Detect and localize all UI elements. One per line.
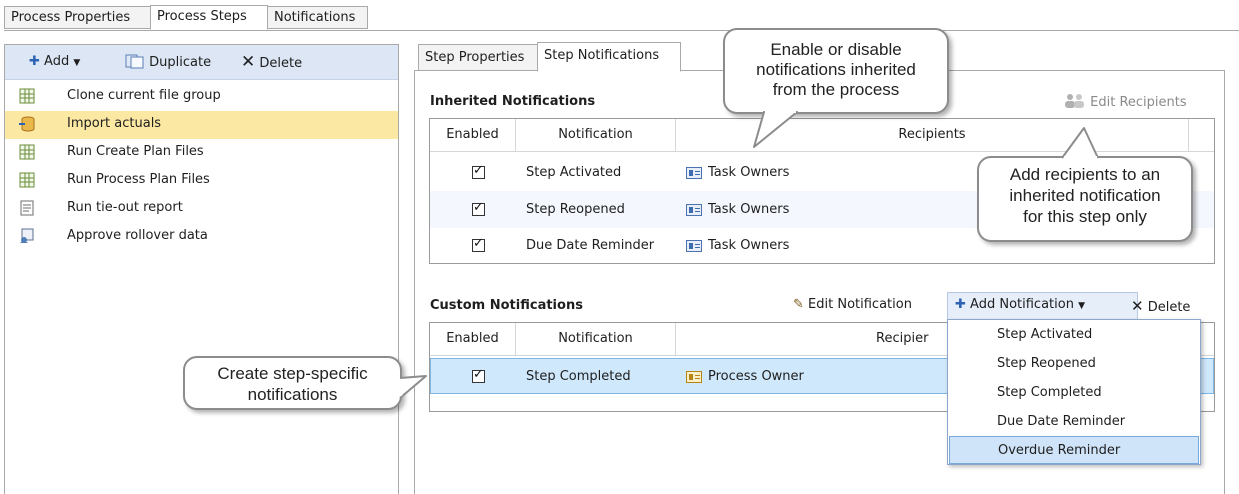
close-icon: ✕ <box>241 52 256 72</box>
callout-pointer <box>1061 127 1099 160</box>
edit-recipients-button[interactable]: Edit Recipients <box>1064 93 1187 110</box>
delete-label: Delete <box>259 56 303 71</box>
callout-line: Create step-specific <box>217 364 368 383</box>
step-item[interactable]: Run tie-out report <box>5 195 398 223</box>
menu-item-hovered[interactable]: Overdue Reminder <box>949 436 1199 464</box>
add-step-button[interactable]: ✚ Add ▼ <box>29 53 80 71</box>
close-icon: ✕ <box>1131 297 1144 315</box>
tab-divider <box>4 30 1239 31</box>
column-header-enabled[interactable]: Enabled <box>430 323 516 355</box>
add-notification-label: Add Notification <box>970 297 1074 312</box>
callout-line: notifications <box>247 385 338 404</box>
callout-line: Enable or disable <box>770 40 902 59</box>
steps-toolbar: ✚ Add ▼ Duplicate ✕ Delete <box>5 45 398 80</box>
inherited-notifications-title: Inherited Notifications <box>430 94 596 109</box>
enabled-checkbox[interactable] <box>472 236 485 252</box>
callout-line: from the process <box>772 80 900 99</box>
grid-doc-icon <box>19 144 35 160</box>
edit-notification-label: Edit Notification <box>808 297 912 312</box>
duplicate-step-button[interactable]: Duplicate <box>125 53 211 71</box>
column-header-enabled[interactable]: Enabled <box>430 119 516 151</box>
step-label: Run tie-out report <box>67 200 183 215</box>
step-item[interactable]: Clone current file group <box>5 83 398 111</box>
step-item-selected[interactable]: Import actuals <box>5 111 398 139</box>
recipients-cell: Task Owners <box>686 191 789 228</box>
callout-create-step: Create step-specific notifications <box>183 356 402 410</box>
duplicate-label: Duplicate <box>149 55 212 70</box>
delete-notification-button[interactable]: ✕ Delete <box>1131 297 1190 315</box>
step-item[interactable]: Approve rollover data <box>5 223 398 251</box>
custom-notifications-title: Custom Notifications <box>430 298 583 313</box>
report-doc-icon <box>20 200 34 216</box>
enabled-checkbox[interactable] <box>472 367 485 383</box>
edit-recipients-label: Edit Recipients <box>1090 95 1187 110</box>
callout-line: for this step only <box>1023 207 1147 226</box>
recipients-text: Task Owners <box>708 202 790 217</box>
duplicate-icon <box>125 54 144 69</box>
chevron-down-icon: ▼ <box>1078 301 1086 311</box>
contact-card-icon <box>686 239 702 252</box>
plus-icon: ✚ <box>955 297 966 312</box>
edit-notification-button[interactable]: ✎ Edit Notification <box>793 297 912 312</box>
tab-notifications[interactable]: Notifications <box>267 6 368 29</box>
delete-step-button[interactable]: ✕ Delete <box>241 53 302 71</box>
callout-pointer <box>398 375 427 399</box>
tab-process-steps[interactable]: Process Steps <box>150 5 268 30</box>
callout-add-recipients: Add recipients to an inherited notificat… <box>977 156 1193 242</box>
recipients-cell: Process Owner <box>686 358 804 395</box>
enabled-checkbox[interactable] <box>472 163 485 179</box>
add-label: Add <box>44 54 70 69</box>
menu-item[interactable]: Due Date Reminder <box>949 408 1199 436</box>
notification-cell: Due Date Reminder <box>526 238 655 253</box>
step-label: Clone current file group <box>67 88 221 103</box>
menu-item[interactable]: Step Activated <box>949 321 1199 349</box>
notification-cell: Step Activated <box>526 165 622 180</box>
approve-icon <box>20 228 34 243</box>
database-import-icon <box>19 116 35 132</box>
step-label: Approve rollover data <box>67 228 208 243</box>
enabled-checkbox[interactable] <box>472 200 485 216</box>
chevron-down-icon: ▼ <box>73 58 81 68</box>
menu-item[interactable]: Step Completed <box>949 379 1199 407</box>
recipients-cell: Task Owners <box>686 227 789 264</box>
callout-line: Add recipients to an <box>1009 165 1161 184</box>
recipients-text: Task Owners <box>708 238 790 253</box>
tab-step-notifications[interactable]: Step Notifications <box>537 42 681 72</box>
users-icon <box>1065 94 1084 108</box>
tab-process-properties[interactable]: Process Properties <box>4 6 151 29</box>
menu-item[interactable]: Step Reopened <box>949 350 1199 378</box>
callout-pointer <box>753 110 798 148</box>
recipients-cell: Task Owners <box>686 154 789 191</box>
step-item[interactable]: Run Process Plan Files <box>5 167 398 195</box>
callout-line: inherited notification <box>1009 186 1161 205</box>
callout-line: notifications inherited <box>756 60 916 79</box>
delete-notification-label: Delete <box>1147 300 1191 315</box>
notification-cell: Step Reopened <box>526 202 625 217</box>
step-label: Run Create Plan Files <box>67 144 204 159</box>
grid-doc-icon <box>19 88 35 104</box>
tab-step-properties[interactable]: Step Properties <box>418 44 538 71</box>
contact-card-icon <box>686 203 702 216</box>
add-notification-label-group[interactable]: ✚ Add Notification ▼ <box>955 297 1085 312</box>
contact-card-icon <box>686 166 702 179</box>
column-header-notification[interactable]: Notification <box>516 119 676 151</box>
column-header-notification[interactable]: Notification <box>516 323 676 355</box>
process-steps-panel: ✚ Add ▼ Duplicate ✕ Delete Clone current… <box>4 44 399 494</box>
step-label: Import actuals <box>67 116 162 131</box>
pencil-icon: ✎ <box>793 297 804 312</box>
grid-doc-icon <box>19 172 35 188</box>
plus-icon: ✚ <box>29 54 40 69</box>
recipients-text: Process Owner <box>708 369 804 384</box>
recipients-text: Task Owners <box>708 165 790 180</box>
add-notification-menu: Step Activated Step Reopened Step Comple… <box>947 319 1201 465</box>
callout-enable-disable: Enable or disable notifications inherite… <box>723 28 949 114</box>
step-item[interactable]: Run Create Plan Files <box>5 139 398 167</box>
notification-cell: Step Completed <box>526 369 631 384</box>
step-label: Run Process Plan Files <box>67 172 210 187</box>
contact-card-icon <box>686 370 702 383</box>
